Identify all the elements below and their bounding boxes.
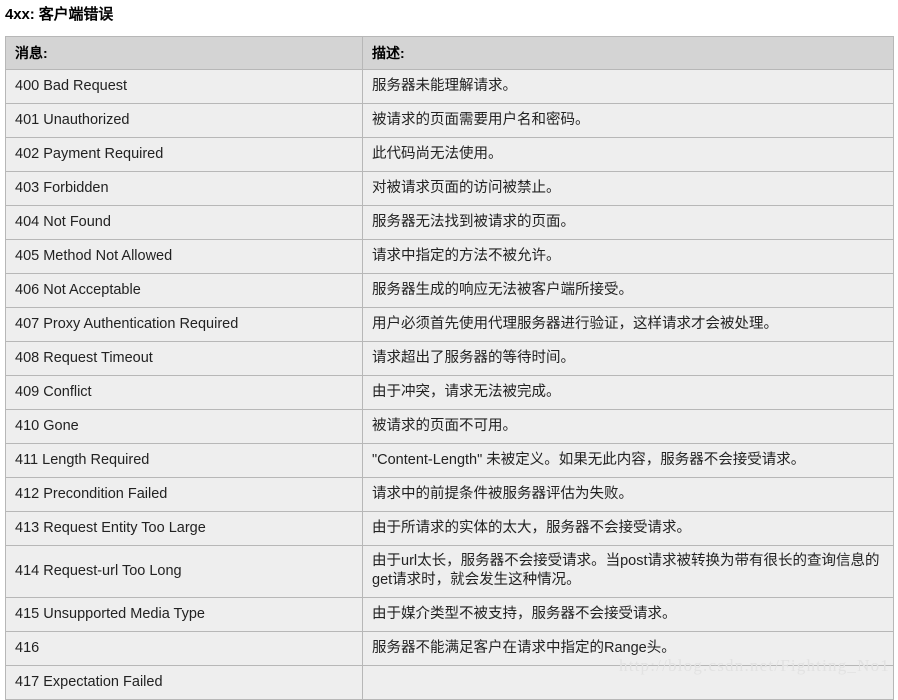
- table-header-row: 消息: 描述:: [5, 36, 894, 70]
- cell-description: 由于媒介类型不被支持，服务器不会接受请求。: [362, 597, 894, 632]
- table-row: 404 Not Found 服务器无法找到被请求的页面。: [5, 205, 894, 240]
- cell-message: 407 Proxy Authentication Required: [5, 307, 363, 342]
- description-text: 由于url太长，服务器不会接受请求。当post请求被转换为带有很长的查询信息的g…: [372, 553, 880, 588]
- message-text: 412 Precondition Failed: [15, 485, 168, 502]
- cell-message: 414 Request-url Too Long: [5, 545, 363, 598]
- table-row: 416 服务器不能满足客户在请求中指定的Range头。: [5, 631, 894, 666]
- description-text: 由于媒介类型不被支持，服务器不会接受请求。: [372, 605, 677, 622]
- description-text: 服务器生成的响应无法被客户端所接受。: [372, 281, 633, 298]
- cell-message: 400 Bad Request: [5, 69, 363, 104]
- message-text: 403 Forbidden: [15, 179, 109, 196]
- description-text: 服务器不能满足客户在请求中指定的Range头。: [372, 639, 676, 656]
- cell-description: 请求中的前提条件被服务器评估为失败。: [362, 477, 894, 512]
- description-text: 服务器未能理解请求。: [372, 77, 517, 94]
- cell-description: "Content-Length" 未被定义。如果无此内容，服务器不会接受请求。: [362, 443, 894, 478]
- cell-description: 服务器未能理解请求。: [362, 69, 894, 104]
- table-row: 403 Forbidden 对被请求页面的访问被禁止。: [5, 171, 894, 206]
- table-body: 400 Bad Request 服务器未能理解请求。 401 Unauthorize…: [5, 69, 894, 700]
- message-text: 408 Request Timeout: [15, 349, 153, 366]
- cell-description: 服务器不能满足客户在请求中指定的Range头。: [362, 631, 894, 666]
- column-header-message: 消息:: [5, 36, 363, 70]
- cell-message: 409 Conflict: [5, 375, 363, 410]
- cell-message: 413 Request Entity Too Large: [5, 511, 363, 546]
- cell-description: 用户必须首先使用代理服务器进行验证，这样请求才会被处理。: [362, 307, 894, 342]
- message-text: 402 Payment Required: [15, 145, 164, 162]
- table-row: 414 Request-url Too Long 由于url太长，服务器不会接受请…: [5, 545, 894, 598]
- message-text: 401 Unauthorized: [15, 111, 130, 128]
- table-row: 413 Request Entity Too Large 由于所请求的实体的太大，…: [5, 511, 894, 546]
- message-text: 414 Request-url Too Long: [15, 562, 182, 579]
- message-text: 416: [15, 639, 40, 656]
- cell-message: 412 Precondition Failed: [5, 477, 363, 512]
- description-text: 请求中指定的方法不被允许。: [372, 247, 561, 264]
- cell-message: 416: [5, 631, 363, 666]
- description-text: 用户必须首先使用代理服务器进行验证，这样请求才会被处理。: [372, 315, 778, 332]
- page-title: 4xx: 客户端错误: [5, 6, 114, 23]
- status-code-table-container: 消息: 描述: 400 Bad Request 服务器未能理解请求。 401 Una…: [5, 36, 894, 700]
- message-text: 415 Unsupported Media Type: [15, 605, 205, 622]
- cell-message: 405 Method Not Allowed: [5, 239, 363, 274]
- cell-description: 此代码尚无法使用。: [362, 137, 894, 172]
- table-row: 417 Expectation Failed: [5, 665, 894, 700]
- cell-description: 请求中指定的方法不被允许。: [362, 239, 894, 274]
- table-header: 消息: 描述:: [5, 36, 894, 70]
- table-row: 405 Method Not Allowed 请求中指定的方法不被允许。: [5, 239, 894, 274]
- description-text: 请求超出了服务器的等待时间。: [372, 349, 575, 366]
- message-text: 410 Gone: [15, 417, 79, 434]
- cell-message: 406 Not Acceptable: [5, 273, 363, 308]
- cell-description: [362, 665, 894, 700]
- description-text: "Content-Length" 未被定义。如果无此内容，服务器不会接受请求。: [372, 451, 806, 468]
- cell-message: 401 Unauthorized: [5, 103, 363, 138]
- description-text: 被请求的页面需要用户名和密码。: [372, 111, 590, 128]
- status-code-table: 消息: 描述: 400 Bad Request 服务器未能理解请求。 401 Una…: [5, 36, 894, 700]
- message-text: 417 Expectation Failed: [15, 673, 163, 690]
- cell-message: 404 Not Found: [5, 205, 363, 240]
- message-text: 409 Conflict: [15, 383, 92, 400]
- description-text: 此代码尚无法使用。: [372, 145, 503, 162]
- message-text: 407 Proxy Authentication Required: [15, 315, 239, 332]
- table-row: 415 Unsupported Media Type 由于媒介类型不被支持，服务器…: [5, 597, 894, 632]
- column-header-description: 描述:: [362, 36, 894, 70]
- cell-description: 由于url太长，服务器不会接受请求。当post请求被转换为带有很长的查询信息的g…: [362, 545, 894, 598]
- description-text: 由于所请求的实体的太大，服务器不会接受请求。: [372, 519, 691, 536]
- cell-message: 408 Request Timeout: [5, 341, 363, 376]
- cell-message: 403 Forbidden: [5, 171, 363, 206]
- description-text: 由于冲突，请求无法被完成。: [372, 383, 561, 400]
- message-text: 411 Length Required: [15, 451, 150, 468]
- table-row: 410 Gone 被请求的页面不可用。: [5, 409, 894, 444]
- message-text: 406 Not Acceptable: [15, 281, 141, 298]
- table-row: 411 Length Required "Content-Length" 未被定义…: [5, 443, 894, 478]
- table-row: 402 Payment Required 此代码尚无法使用。: [5, 137, 894, 172]
- table-row: 409 Conflict 由于冲突，请求无法被完成。: [5, 375, 894, 410]
- description-text: 服务器无法找到被请求的页面。: [372, 213, 575, 230]
- cell-message: 415 Unsupported Media Type: [5, 597, 363, 632]
- message-text: 413 Request Entity Too Large: [15, 519, 206, 536]
- table-row: 401 Unauthorized 被请求的页面需要用户名和密码。: [5, 103, 894, 138]
- table-row: 400 Bad Request 服务器未能理解请求。: [5, 69, 894, 104]
- cell-message: 411 Length Required: [5, 443, 363, 478]
- cell-message: 417 Expectation Failed: [5, 665, 363, 700]
- message-text: 404 Not Found: [15, 213, 111, 230]
- table-row: 412 Precondition Failed 请求中的前提条件被服务器评估为失败…: [5, 477, 894, 512]
- cell-description: 对被请求页面的访问被禁止。: [362, 171, 894, 206]
- description-text: 请求中的前提条件被服务器评估为失败。: [372, 485, 633, 502]
- message-text: 405 Method Not Allowed: [15, 247, 173, 264]
- cell-description: 服务器无法找到被请求的页面。: [362, 205, 894, 240]
- table-row: 406 Not Acceptable 服务器生成的响应无法被客户端所接受。: [5, 273, 894, 308]
- cell-description: 请求超出了服务器的等待时间。: [362, 341, 894, 376]
- table-row: 407 Proxy Authentication Required 用户必须首先使…: [5, 307, 894, 342]
- cell-message: 402 Payment Required: [5, 137, 363, 172]
- table-row: 408 Request Timeout 请求超出了服务器的等待时间。: [5, 341, 894, 376]
- description-text: 对被请求页面的访问被禁止。: [372, 179, 561, 196]
- cell-description: 由于所请求的实体的太大，服务器不会接受请求。: [362, 511, 894, 546]
- description-text: 被请求的页面不可用。: [372, 417, 517, 434]
- cell-message: 410 Gone: [5, 409, 363, 444]
- cell-description: 被请求的页面不可用。: [362, 409, 894, 444]
- cell-description: 由于冲突，请求无法被完成。: [362, 375, 894, 410]
- cell-description: 被请求的页面需要用户名和密码。: [362, 103, 894, 138]
- message-text: 400 Bad Request: [15, 77, 128, 94]
- cell-description: 服务器生成的响应无法被客户端所接受。: [362, 273, 894, 308]
